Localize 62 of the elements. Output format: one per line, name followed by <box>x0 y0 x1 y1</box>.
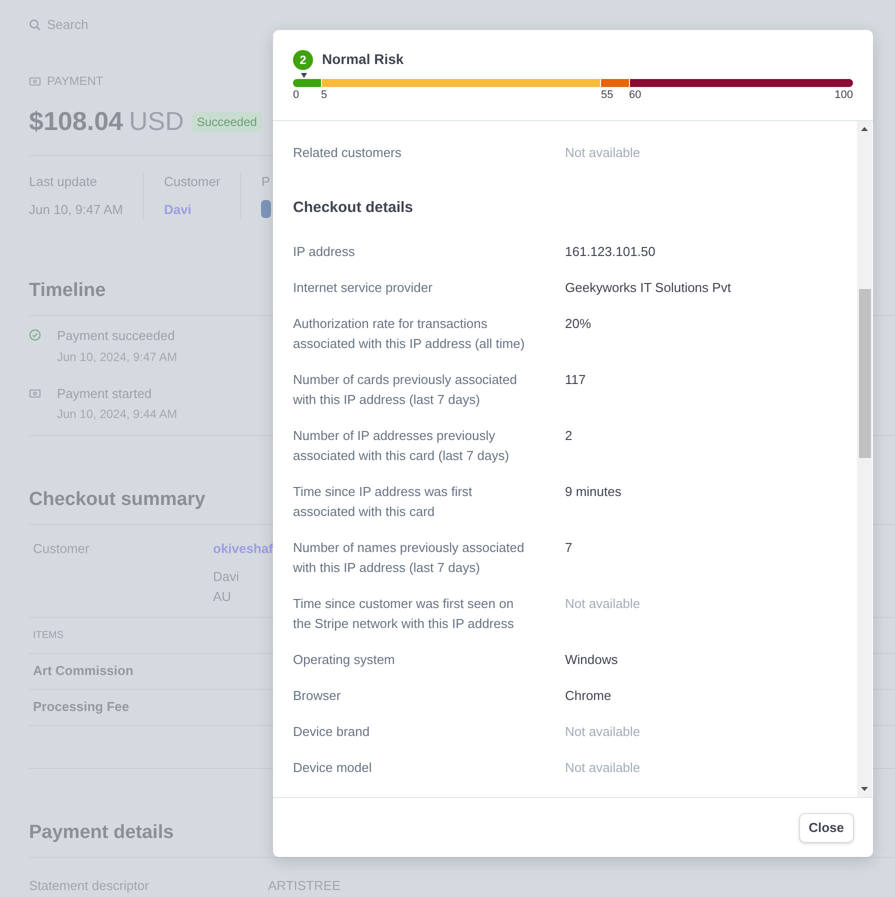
detail-label: Internet service provider <box>293 278 434 297</box>
detail-label: Time since customer was first seen on the Stripe network with this IP address <box>293 594 515 633</box>
check-circle-icon <box>29 329 41 341</box>
detail-label: IP address <box>293 242 356 260</box>
detail-label: Time since IP address was first associated with this card <box>293 482 474 520</box>
items-heading: ITEMS <box>33 628 64 642</box>
detail-label: Browser <box>293 686 342 704</box>
payment-amount: $108.04 <box>29 105 123 138</box>
scale-tick: 0 <box>293 89 300 101</box>
detail-value: Not available <box>565 758 640 776</box>
customer-link[interactable]: Davi <box>164 200 220 219</box>
detail-label: Device brand <box>293 722 371 740</box>
detail-label: Number of names previously associated with this IP address (last 7 days) <box>293 538 526 577</box>
field-label: Customer <box>164 173 220 191</box>
risk-score-badge: 2 <box>293 50 313 70</box>
close-button[interactable]: Close <box>798 812 854 842</box>
detail-value: 2 <box>565 426 572 444</box>
detail-value: 20% <box>565 314 592 332</box>
detail-value: Not available <box>565 594 640 612</box>
scale-tick: 55 <box>601 89 614 101</box>
payment-method-chip <box>261 200 272 218</box>
customer-link[interactable]: okiveshaf <box>213 539 273 558</box>
section-title: Payment details <box>29 820 174 844</box>
event-title: Payment succeeded <box>57 327 176 345</box>
payment-icon <box>29 386 41 398</box>
scroll-up-icon[interactable] <box>861 127 868 131</box>
customer-detail: AU <box>213 588 232 606</box>
detail-value: 9 minutes <box>565 482 622 500</box>
detail-label: Number of cards previously associated with this IP address (last 7 days) <box>293 370 518 409</box>
customer-detail: Davi <box>213 568 240 586</box>
event-title: Payment started <box>57 384 153 403</box>
detail-value: 117 <box>565 370 586 388</box>
field-label: P <box>261 173 271 191</box>
section-title: Timeline <box>29 279 106 303</box>
item-name: Processing Fee <box>33 698 130 716</box>
field-value: Jun 10, 9:47 AM <box>29 200 123 218</box>
currency: USD <box>128 105 184 138</box>
detail-label: Number of IP addresses previously associated with this card (last 7 days) <box>293 426 510 465</box>
scale-tick: 100 <box>834 89 853 101</box>
detail-value: Not available <box>565 722 640 740</box>
section-title: Checkout summary <box>29 488 206 512</box>
detail-label: Operating system <box>293 650 396 669</box>
scrollbar-thumb[interactable] <box>858 289 870 458</box>
payment-icon <box>29 76 41 86</box>
detail-value: 7 <box>565 538 572 556</box>
scroll-down-icon[interactable] <box>861 787 868 791</box>
risk-label: Normal Risk <box>322 50 404 69</box>
item-name: Art Commission <box>33 662 134 680</box>
search-icon <box>29 18 41 30</box>
detail-label: Authorization rate for transactions associated with this IP address (all time) <box>293 314 526 353</box>
detail-value: Geekyworks IT Solutions Pvt <box>565 278 731 297</box>
detail-value: Chrome <box>565 686 612 704</box>
detail-value: Not available <box>565 144 640 162</box>
field-label: Last update <box>29 173 98 191</box>
scale-tick: 60 <box>629 89 642 101</box>
detail-label: Related customers <box>293 144 402 162</box>
scale-tick: 5 <box>321 89 328 101</box>
detail-label: Device model <box>293 758 373 776</box>
detail-value: Windows <box>565 650 618 668</box>
status-badge: Succeeded <box>192 112 262 132</box>
detail-value: 161.123.101.50 <box>565 242 656 260</box>
section-heading: Checkout details <box>293 198 414 218</box>
